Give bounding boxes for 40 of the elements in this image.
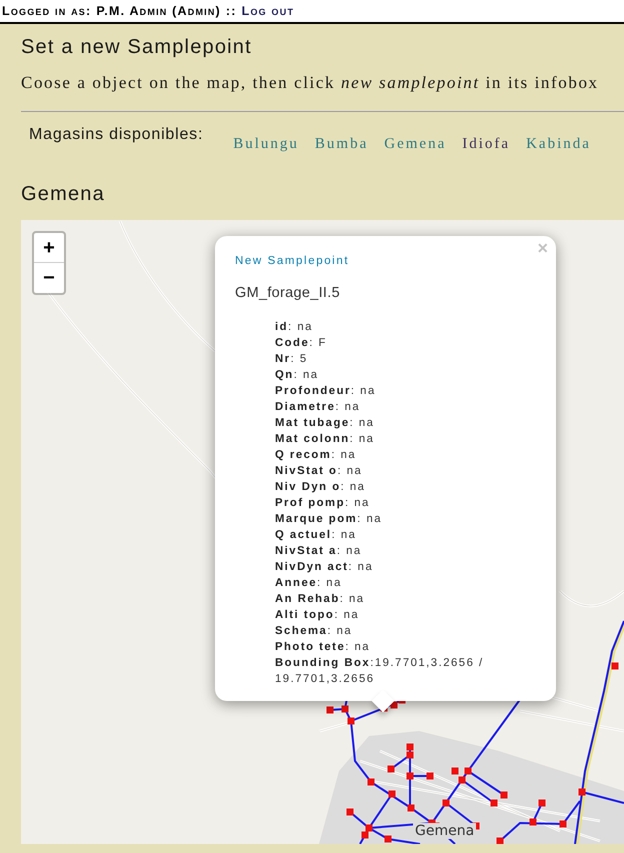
attribute-line: Mat tubage: na: [275, 416, 376, 431]
page-title: Set a new Samplepoint: [21, 36, 253, 59]
map-place-label: Gemena: [413, 823, 476, 839]
store-link[interactable]: Kabinda: [526, 136, 591, 153]
attribute-line: Alti topo: na: [275, 608, 360, 623]
zoom-in-button[interactable]: +: [34, 233, 64, 263]
store-link[interactable]: Bulungu: [233, 136, 299, 153]
store-link[interactable]: Idiofa: [462, 136, 510, 153]
attribute-line: Q recom: na: [275, 448, 358, 463]
attribute-line: Nr: 5: [275, 352, 309, 367]
attribute-line: Code: F: [275, 336, 328, 351]
section-title: Gemena: [21, 183, 106, 206]
attribute-line: NivStat a: na: [275, 544, 363, 559]
stores-label: Magasins disponibles:: [29, 126, 204, 144]
attribute-line: Qn: na: [275, 368, 320, 383]
attribute-line: An Rehab: na: [275, 592, 366, 607]
store-link[interactable]: Bumba: [314, 136, 368, 153]
popup-heading: GM_forage_II.5: [235, 285, 341, 301]
login-label: Logged in as:: [2, 4, 92, 18]
attribute-line: Profondeur: na: [275, 384, 377, 399]
attribute-line: Diametre: na: [275, 400, 362, 415]
attribute-line: NivStat o: na: [275, 464, 364, 479]
attribute-line: Q actuel: na: [275, 528, 358, 543]
logout-link[interactable]: Log out: [242, 4, 294, 18]
attribute-line: Prof pomp: na: [275, 496, 371, 511]
attribute-line: Mat colonn: na: [275, 432, 376, 447]
attribute-line: Annee: na: [275, 576, 343, 591]
new-samplepoint-link[interactable]: New Samplepoint: [235, 255, 350, 267]
attribute-line: Photo tete: na: [275, 640, 372, 655]
attribute-line: Schema: na: [275, 624, 354, 639]
attribute-line: id: na: [275, 320, 314, 335]
zoom-out-button[interactable]: −: [34, 263, 64, 293]
separator: ::: [226, 4, 237, 18]
attribute-line: NivDyn act: na: [275, 560, 374, 575]
attribute-line: Bounding Box:19.7701,3.2656 / 19.7701,3.2656: [275, 656, 485, 687]
attribute-line: Niv Dyn o: na: [275, 480, 366, 495]
attribute-line: Marque pom: na: [275, 512, 384, 527]
instruction-text: Coose a object on the map, then click new samplepoint in its infobox: [21, 73, 600, 93]
store-link[interactable]: Gemena: [384, 136, 446, 153]
user-name: P.M. Admin (Admin): [96, 4, 221, 18]
